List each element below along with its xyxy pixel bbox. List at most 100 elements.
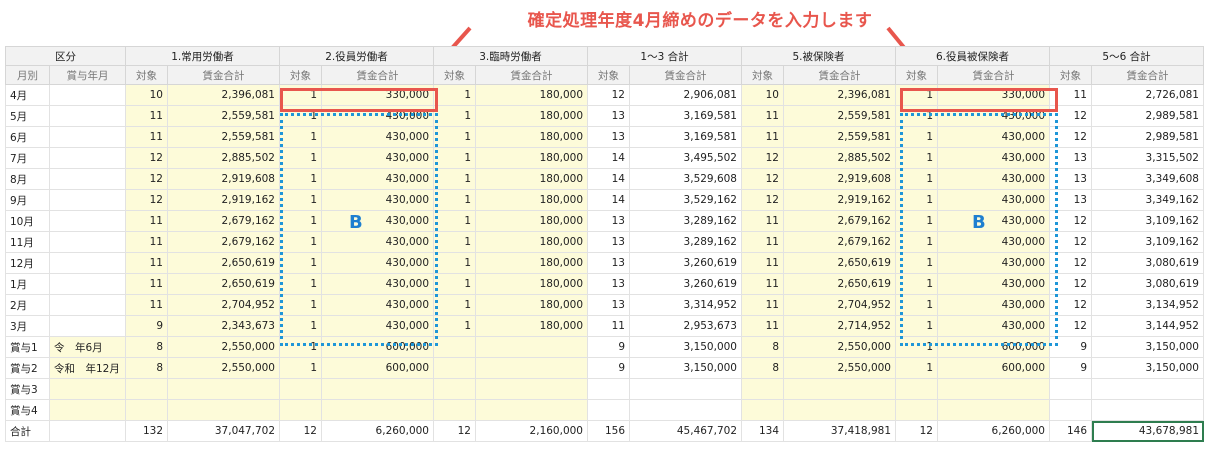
wage-cell-w1[interactable]: 2,679,162 bbox=[167, 231, 280, 253]
wage-cell-w1[interactable]: 2,885,502 bbox=[167, 147, 280, 169]
wage-cell-w3[interactable]: 180,000 bbox=[475, 105, 588, 127]
count-cell-c5[interactable] bbox=[741, 378, 784, 400]
wage-cell-w3[interactable] bbox=[475, 378, 588, 400]
wage-cell-w3[interactable]: 180,000 bbox=[475, 168, 588, 190]
wage-cell-w5[interactable]: 2,396,081 bbox=[783, 84, 896, 106]
bonus-month-input[interactable]: 令 年6月 bbox=[49, 336, 126, 358]
wage-cell-w5[interactable] bbox=[783, 378, 896, 400]
wage-cell-w5[interactable]: 2,919,608 bbox=[783, 168, 896, 190]
wage-cell-w6[interactable] bbox=[937, 378, 1050, 400]
wage-cell-w1[interactable]: 2,650,619 bbox=[167, 273, 280, 295]
wage-cell-w5[interactable]: 2,550,000 bbox=[783, 336, 896, 358]
count-cell-c2[interactable]: 1 bbox=[279, 357, 322, 379]
wage-cell-w6[interactable]: 600,000 bbox=[937, 357, 1050, 379]
wage-cell-w6[interactable] bbox=[937, 399, 1050, 421]
wage-cell-w3[interactable] bbox=[475, 399, 588, 421]
count-cell-c1[interactable]: 12 bbox=[125, 168, 168, 190]
wage-cell-w3[interactable]: 180,000 bbox=[475, 126, 588, 148]
wage-cell-w3[interactable]: 180,000 bbox=[475, 84, 588, 106]
wage-cell-w5[interactable] bbox=[783, 399, 896, 421]
count-cell-c1[interactable]: 11 bbox=[125, 252, 168, 274]
count-cell-c5[interactable]: 8 bbox=[741, 336, 784, 358]
count-cell-c1[interactable]: 12 bbox=[125, 147, 168, 169]
wage-cell-w1[interactable]: 2,919,162 bbox=[167, 189, 280, 211]
count-cell-c1[interactable] bbox=[125, 399, 168, 421]
count-cell-c2[interactable] bbox=[279, 399, 322, 421]
count-cell-c3[interactable] bbox=[433, 357, 476, 379]
count-cell-c1[interactable]: 11 bbox=[125, 105, 168, 127]
wage-cell-w5[interactable]: 2,919,162 bbox=[783, 189, 896, 211]
count-cell-c1[interactable]: 10 bbox=[125, 84, 168, 106]
count-cell-c3[interactable] bbox=[433, 336, 476, 358]
wage-cell-w1[interactable]: 2,396,081 bbox=[167, 84, 280, 106]
count-cell-c3[interactable]: 1 bbox=[433, 147, 476, 169]
wage-cell-w2[interactable] bbox=[321, 378, 434, 400]
count-cell-c3[interactable]: 1 bbox=[433, 168, 476, 190]
wage-cell-w5[interactable]: 2,650,619 bbox=[783, 252, 896, 274]
wage-cell-w1[interactable]: 2,343,673 bbox=[167, 315, 280, 337]
count-cell-c5[interactable]: 11 bbox=[741, 210, 784, 232]
wage-cell-w1[interactable]: 2,550,000 bbox=[167, 357, 280, 379]
count-cell-c1[interactable] bbox=[125, 378, 168, 400]
bonus-month-input[interactable]: 令和 年12月 bbox=[49, 357, 126, 379]
count-cell-c5[interactable]: 10 bbox=[741, 84, 784, 106]
count-cell-c1[interactable]: 8 bbox=[125, 357, 168, 379]
count-cell-c3[interactable]: 1 bbox=[433, 294, 476, 316]
wage-cell-w3[interactable]: 180,000 bbox=[475, 147, 588, 169]
wage-cell-w1[interactable] bbox=[167, 378, 280, 400]
wage-cell-w5[interactable]: 2,559,581 bbox=[783, 126, 896, 148]
wage-cell-w3[interactable]: 180,000 bbox=[475, 231, 588, 253]
wage-cell-w1[interactable]: 2,650,619 bbox=[167, 252, 280, 274]
count-cell-c5[interactable]: 12 bbox=[741, 168, 784, 190]
bonus-month-input[interactable] bbox=[49, 378, 126, 400]
wage-cell-w1[interactable]: 2,550,000 bbox=[167, 336, 280, 358]
count-cell-c3[interactable] bbox=[433, 399, 476, 421]
count-cell-c5[interactable]: 11 bbox=[741, 231, 784, 253]
wage-cell-w1[interactable]: 2,919,608 bbox=[167, 168, 280, 190]
wage-cell-w3[interactable]: 180,000 bbox=[475, 210, 588, 232]
count-cell-c1[interactable]: 11 bbox=[125, 231, 168, 253]
wage-cell-w5[interactable]: 2,550,000 bbox=[783, 357, 896, 379]
count-cell-c1[interactable]: 9 bbox=[125, 315, 168, 337]
wage-cell-w1[interactable]: 2,679,162 bbox=[167, 210, 280, 232]
wage-cell-w5[interactable]: 2,679,162 bbox=[783, 231, 896, 253]
count-cell-c3[interactable]: 1 bbox=[433, 231, 476, 253]
wage-cell-w1[interactable]: 2,559,581 bbox=[167, 126, 280, 148]
count-cell-c5[interactable]: 11 bbox=[741, 252, 784, 274]
count-cell-c3[interactable]: 1 bbox=[433, 84, 476, 106]
bonus-month-input[interactable] bbox=[49, 399, 126, 421]
wage-cell-w5[interactable]: 2,704,952 bbox=[783, 294, 896, 316]
wage-cell-w3[interactable] bbox=[475, 357, 588, 379]
count-cell-c6[interactable] bbox=[895, 378, 938, 400]
count-cell-c3[interactable] bbox=[433, 378, 476, 400]
count-cell-c5[interactable]: 11 bbox=[741, 315, 784, 337]
wage-cell-w1[interactable]: 2,704,952 bbox=[167, 294, 280, 316]
count-cell-c3[interactable]: 1 bbox=[433, 105, 476, 127]
count-cell-c2[interactable] bbox=[279, 378, 322, 400]
count-cell-c3[interactable]: 1 bbox=[433, 210, 476, 232]
count-cell-c3[interactable]: 1 bbox=[433, 126, 476, 148]
count-cell-c6[interactable] bbox=[895, 399, 938, 421]
count-cell-c1[interactable]: 11 bbox=[125, 273, 168, 295]
count-cell-c5[interactable]: 11 bbox=[741, 273, 784, 295]
count-cell-c3[interactable]: 1 bbox=[433, 315, 476, 337]
wage-cell-w1[interactable]: 2,559,581 bbox=[167, 105, 280, 127]
count-cell-c1[interactable]: 12 bbox=[125, 189, 168, 211]
wage-cell-w5[interactable]: 2,714,952 bbox=[783, 315, 896, 337]
wage-cell-w3[interactable]: 180,000 bbox=[475, 273, 588, 295]
count-cell-c5[interactable]: 11 bbox=[741, 105, 784, 127]
wage-cell-w2[interactable] bbox=[321, 399, 434, 421]
wage-cell-w3[interactable]: 180,000 bbox=[475, 315, 588, 337]
wage-cell-w3[interactable]: 180,000 bbox=[475, 294, 588, 316]
count-cell-c6[interactable]: 1 bbox=[895, 357, 938, 379]
wage-cell-w2[interactable]: 600,000 bbox=[321, 357, 434, 379]
count-cell-c5[interactable]: 12 bbox=[741, 189, 784, 211]
wage-cell-w5[interactable]: 2,885,502 bbox=[783, 147, 896, 169]
wage-cell-w1[interactable] bbox=[167, 399, 280, 421]
count-cell-c3[interactable]: 1 bbox=[433, 273, 476, 295]
wage-cell-w3[interactable]: 180,000 bbox=[475, 189, 588, 211]
wage-cell-w3[interactable]: 180,000 bbox=[475, 252, 588, 274]
count-cell-c1[interactable]: 11 bbox=[125, 294, 168, 316]
count-cell-c5[interactable]: 11 bbox=[741, 294, 784, 316]
wage-cell-w5[interactable]: 2,679,162 bbox=[783, 210, 896, 232]
